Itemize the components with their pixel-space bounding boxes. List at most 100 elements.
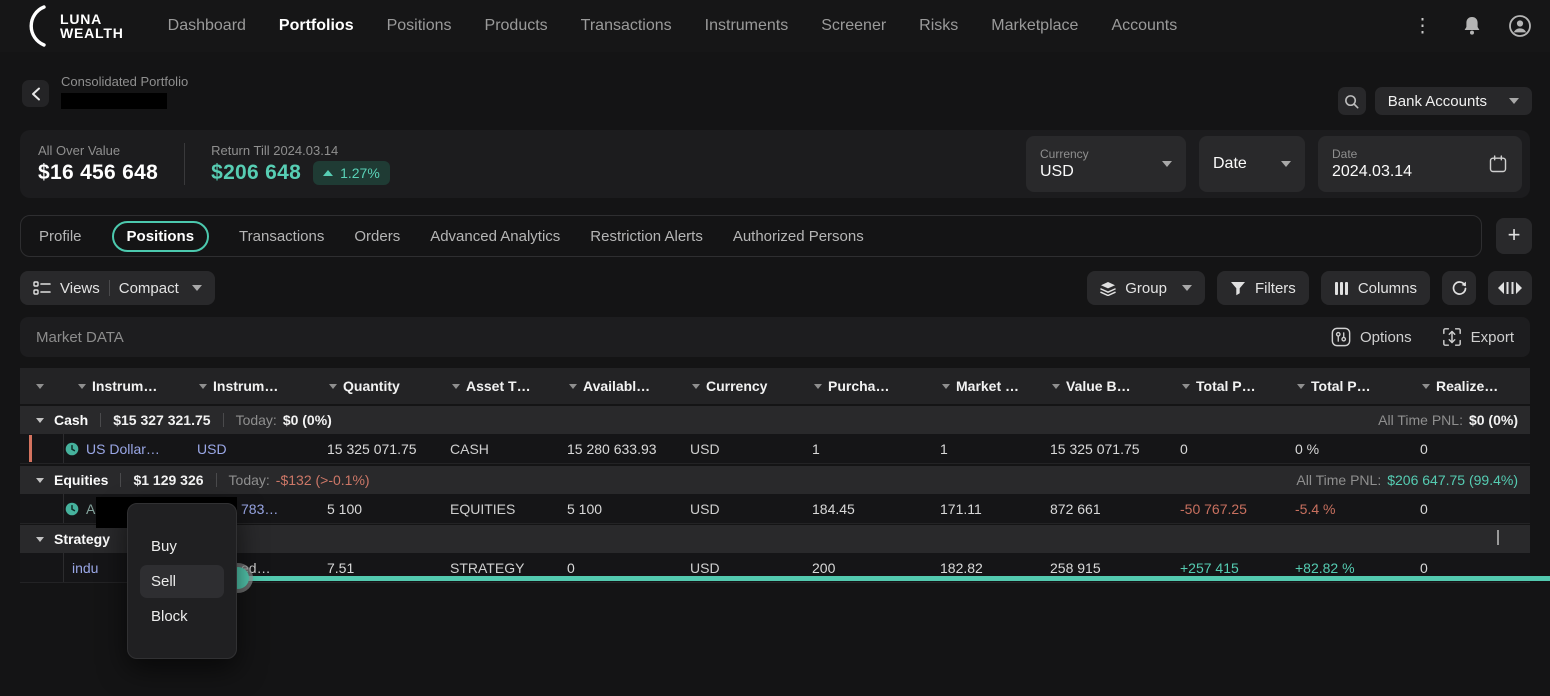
all-over-value: $16 456 648 — [38, 161, 158, 185]
group-row-cash[interactable]: Cash $15 327 321.75 Today: $0 (0%) All T… — [20, 406, 1530, 434]
header-expand-all[interactable] — [20, 384, 64, 389]
nav-item-accounts[interactable]: Accounts — [1111, 17, 1177, 35]
header-market[interactable]: Market … — [928, 378, 1038, 394]
bank-accounts-dropdown[interactable]: Bank Accounts — [1375, 87, 1532, 115]
all-over-value-label: All Over Value — [38, 143, 158, 158]
date-label: Date — [1332, 147, 1412, 161]
chevron-down-icon — [36, 418, 44, 423]
luna-wealth-logo[interactable]: LUNA WEALTH — [18, 4, 124, 48]
nav-item-risks[interactable]: Risks — [919, 17, 958, 35]
currency-select[interactable]: Currency USD — [1026, 136, 1186, 192]
cell-realized: 0 — [1408, 501, 1530, 517]
refresh-icon — [1451, 280, 1468, 297]
tab-profile[interactable]: Profile — [39, 228, 82, 245]
group-dropdown[interactable]: Group — [1087, 271, 1205, 305]
columns-button[interactable]: Columns — [1321, 271, 1430, 305]
nav-item-instruments[interactable]: Instruments — [705, 17, 789, 35]
divider — [109, 280, 110, 296]
header-instrument-id[interactable]: Instrum… — [185, 378, 315, 394]
cell-currency: USD — [678, 501, 800, 517]
search-icon — [1344, 94, 1359, 109]
columns-icon — [1334, 281, 1349, 296]
cell-quantity: 7.51 — [315, 560, 438, 576]
header-asset-type[interactable]: Asset T… — [438, 378, 555, 394]
nav-item-transactions[interactable]: Transactions — [581, 17, 672, 35]
date-picker[interactable]: Date 2024.03.14 — [1318, 136, 1522, 192]
notifications-bell-icon[interactable] — [1462, 15, 1482, 37]
instrument-name-link[interactable]: indu — [72, 560, 98, 576]
options-button[interactable]: Options — [1331, 327, 1412, 347]
cell-total-pnl: 0 — [1168, 441, 1283, 457]
portfolio-name-redacted — [61, 93, 167, 109]
header-available[interactable]: Availabl… — [555, 378, 678, 394]
header-total-pnl[interactable]: Total P… — [1168, 378, 1283, 394]
logo-arc-icon — [18, 4, 58, 48]
cell-total-pnl: +257 415 — [1168, 560, 1283, 576]
tab-transactions[interactable]: Transactions — [239, 228, 324, 245]
more-menu-icon[interactable]: ⋮ — [1409, 17, 1436, 36]
nav-right-controls: ⋮ — [1409, 14, 1532, 38]
return-change-pct: 1.27% — [340, 165, 380, 181]
nav-item-dashboard[interactable]: Dashboard — [168, 17, 246, 35]
header-realized[interactable]: Realize… — [1408, 378, 1530, 394]
search-button[interactable] — [1338, 87, 1366, 115]
tab-orders[interactable]: Orders — [354, 228, 400, 245]
table-header: Instrum… Instrum… Quantity Asset T… Avai… — [20, 368, 1530, 404]
group-row-strategy[interactable]: Strategy — [20, 525, 1530, 553]
header-currency[interactable]: Currency — [678, 378, 800, 394]
tab-advanced-analytics[interactable]: Advanced Analytics — [430, 228, 560, 245]
nav-item-positions[interactable]: Positions — [387, 17, 452, 35]
table-row-app[interactable]: APP 783… 5 100 EQUITIES 5 100 USD 184.45… — [20, 494, 1530, 524]
cell-market: 171.11 — [928, 501, 1038, 517]
menu-item-sell[interactable]: Sell — [140, 565, 224, 598]
logo-text: LUNA WEALTH — [60, 12, 124, 40]
panel-toggle-button[interactable] — [1488, 271, 1532, 305]
cell-asset-type: EQUITIES — [438, 501, 555, 517]
back-button[interactable] — [22, 80, 49, 107]
cell-value-base: 258 915 — [1038, 560, 1168, 576]
menu-item-block[interactable]: Block — [128, 600, 236, 633]
instrument-name-link[interactable]: US Dollar… — [86, 441, 160, 457]
chevron-down-icon — [192, 285, 202, 291]
cell-market: 182.82 — [928, 560, 1038, 576]
row-context-menu: Buy Sell Block — [127, 503, 237, 659]
all-time-pnl-label: All Time PNL: — [1296, 472, 1381, 488]
view-mode-value: Compact — [119, 280, 179, 297]
user-account-icon[interactable] — [1508, 14, 1532, 38]
refresh-button[interactable] — [1442, 271, 1476, 305]
market-data-bar: Market DATA Options Exp — [20, 317, 1530, 357]
chevron-down-icon — [36, 537, 44, 542]
nav-item-portfolios[interactable]: Portfolios — [279, 17, 354, 35]
table-row-us-dollar[interactable]: US Dollar… USD 15 325 071.75 CASH 15 280… — [20, 434, 1530, 464]
date-mode-select[interactable]: Date — [1199, 136, 1305, 192]
filters-button[interactable]: Filters — [1217, 271, 1309, 305]
tab-positions[interactable]: Positions — [112, 221, 210, 252]
header-instrument-name[interactable]: Instrum… — [64, 378, 185, 394]
nav-item-marketplace[interactable]: Marketplace — [991, 17, 1078, 35]
nav-item-screener[interactable]: Screener — [821, 17, 886, 35]
today-value: $0 (0%) — [283, 412, 332, 428]
add-tab-button[interactable]: + — [1496, 218, 1532, 254]
group-total: $15 327 321.75 — [113, 412, 210, 428]
instrument-id[interactable]: USD — [185, 441, 315, 457]
header-purchase[interactable]: Purcha… — [800, 378, 928, 394]
clock-icon — [65, 502, 79, 516]
header-value-base[interactable]: Value B… — [1038, 378, 1168, 394]
header-total-pnl-pct[interactable]: Total P… — [1283, 378, 1408, 394]
portfolio-title-block: Consolidated Portfolio — [61, 74, 188, 109]
tab-restriction-alerts[interactable]: Restriction Alerts — [590, 228, 703, 245]
cell-asset-type: CASH — [438, 441, 555, 457]
nav-item-products[interactable]: Products — [485, 17, 548, 35]
group-row-equities[interactable]: Equities $1 129 326 Today: -$132 (>-0.1%… — [20, 466, 1530, 494]
views-label: Views — [60, 280, 100, 297]
tab-authorized-persons[interactable]: Authorized Persons — [733, 228, 864, 245]
chevron-down-icon — [36, 478, 44, 483]
cell-total-pnl-pct: +82.82 % — [1283, 560, 1408, 576]
clock-icon — [65, 442, 79, 456]
menu-item-buy[interactable]: Buy — [128, 530, 236, 563]
header-quantity[interactable]: Quantity — [315, 378, 438, 394]
chevron-left-icon — [31, 87, 41, 101]
views-compact-dropdown[interactable]: Views Compact — [20, 271, 215, 305]
export-button[interactable]: Export — [1442, 327, 1514, 347]
table-toolbar: Views Compact Group Filters — [20, 271, 1532, 305]
